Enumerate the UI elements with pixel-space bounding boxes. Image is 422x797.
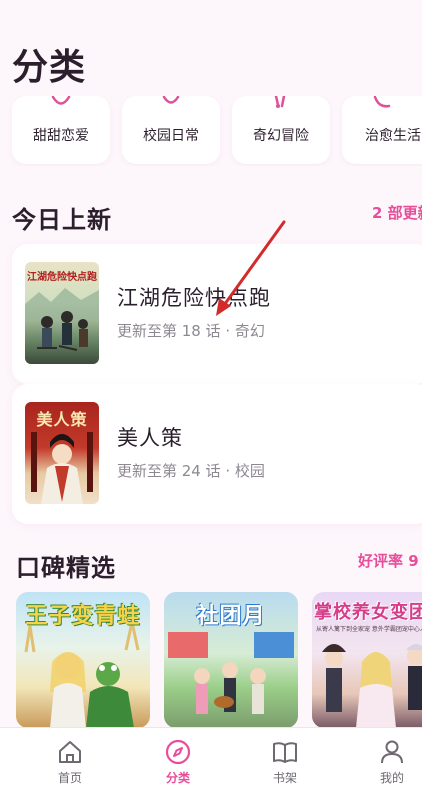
leaf-icon — [373, 96, 391, 108]
rec-card-club-month[interactable]: 社团月 — [164, 592, 298, 728]
nav-label: 书架 — [272, 771, 297, 785]
cover-title-text: 江湖危险快点跑 — [27, 272, 97, 283]
section-title-recommended: 口碑精选 — [16, 554, 116, 582]
rec-cover-subtitle: 从寄人篱下到全家宠 意外学霸团宠中心人物 — [316, 626, 422, 633]
nav-profile[interactable]: 我的 — [352, 738, 422, 786]
item-subtitle: 更新至第 18 话 · 奇幻 — [117, 322, 265, 340]
page-title: 分类 — [12, 47, 87, 88]
compass-icon — [165, 739, 191, 765]
nav-label: 我的 — [379, 771, 404, 785]
smile-icon — [162, 96, 180, 104]
category-label: 校园日常 — [143, 128, 199, 144]
category-row: 甜甜恋爱 校园日常 奇幻冒险 治愈生活 — [0, 96, 422, 166]
book-icon — [273, 742, 297, 763]
cover-image: 美人策 — [25, 402, 99, 504]
category-healing[interactable]: 治愈生活 — [342, 96, 422, 164]
category-label: 甜甜恋爱 — [33, 128, 89, 144]
rec-cover-title: 社团月 — [196, 604, 266, 629]
nav-bookshelf[interactable]: 书架 — [245, 738, 325, 786]
item-title: 美人策 — [117, 426, 183, 450]
heart-icon — [51, 96, 71, 105]
category-fantasy[interactable]: 奇幻冒险 — [232, 96, 330, 164]
category-campus[interactable]: 校园日常 — [122, 96, 220, 164]
bottom-nav: 首页 分类 书架 我的 — [0, 727, 422, 797]
rec-cover-title: 王子变青蛙 — [25, 604, 141, 629]
category-sweet-romance[interactable]: 甜甜恋爱 — [12, 96, 110, 164]
user-icon — [381, 740, 403, 764]
rec-card-adopted-daughter[interactable]: 掌校养女变团宠 从寄人篱下到全家宠 意外学霸团宠中心人物 — [312, 592, 422, 728]
item-subtitle: 更新至第 24 话 · 校园 — [117, 462, 265, 480]
nav-label: 首页 — [57, 771, 82, 785]
nav-category[interactable]: 分类 — [138, 738, 218, 786]
nav-home[interactable]: 首页 — [30, 738, 110, 786]
category-label: 奇幻冒险 — [253, 128, 309, 144]
wand-icon — [274, 96, 286, 108]
list-item-meirence[interactable]: 美人策 美人策 更新至第 24 话 · 校园 › — [12, 384, 422, 524]
recommended-row: 王子变青蛙 社团月 掌校养女变团宠 从寄人篱下到全家宠 意外学霸团宠中心人物 — [0, 592, 422, 728]
rating-link[interactable]: 好评率 9 — [358, 550, 422, 571]
today-count-link[interactable]: 2 部更新 — [372, 202, 422, 223]
nav-label: 分类 — [165, 771, 190, 785]
cover-title-text: 美人策 — [36, 410, 88, 429]
cover-image: 江湖危险快点跑 — [25, 262, 99, 364]
list-item-jianghu[interactable]: 江湖危险快点跑 江湖危险快点跑 更新至第 18 话 · 奇幻 › — [12, 244, 422, 384]
rec-card-prince-frog[interactable]: 王子变青蛙 — [16, 592, 150, 728]
section-title-today: 今日上新 — [12, 206, 112, 234]
rec-cover-title: 掌校养女变团宠 — [314, 602, 422, 623]
item-title: 江湖危险快点跑 — [117, 286, 271, 310]
category-label: 治愈生活 — [365, 128, 421, 144]
home-icon — [59, 741, 81, 763]
